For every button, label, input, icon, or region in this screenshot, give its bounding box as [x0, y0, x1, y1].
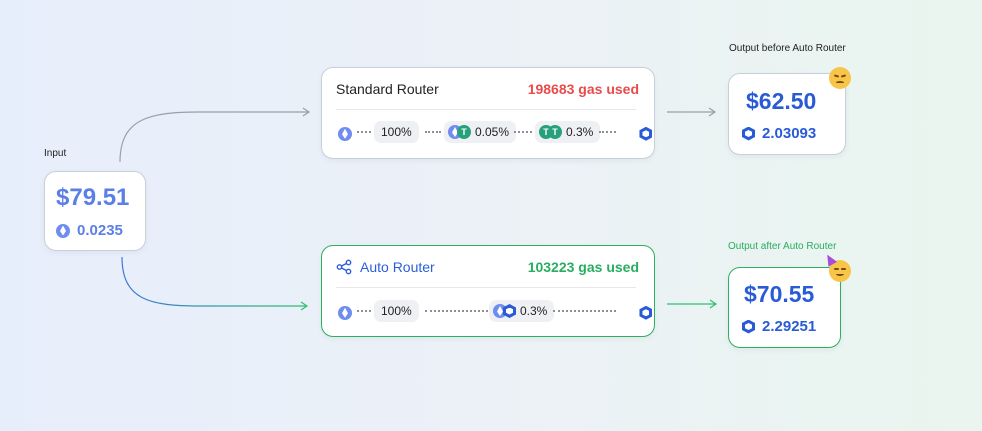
standard-to-output-arrow: [667, 107, 717, 117]
usdt-icon: T: [548, 125, 562, 139]
usdt-usdt-pair-icon: TT: [539, 125, 562, 139]
share-nodes-icon: [336, 259, 352, 275]
eth-icon: [338, 126, 352, 141]
divider: [336, 109, 636, 110]
auto-router-title: Auto Router: [360, 259, 435, 275]
output-before-label: Output before Auto Router: [729, 43, 846, 54]
output-after-label: Output after Auto Router: [728, 241, 837, 252]
route-pill-text: 0.3%: [566, 125, 594, 139]
route-pill-text: 0.05%: [475, 125, 510, 139]
output-after-usd: $70.55: [744, 281, 815, 307]
input-amount-value: 0.0235: [77, 222, 123, 239]
output-before-usd: $62.50: [746, 88, 817, 114]
route-dots: [599, 131, 616, 133]
route-dots: [425, 131, 441, 133]
output-before-amount-value: 2.03093: [762, 125, 817, 142]
output-after-amount-value: 2.29251: [762, 318, 817, 335]
partying-face-icon: [822, 252, 851, 282]
route-pill-usdt-usdt: TT 0.3%: [535, 121, 601, 143]
eth-icon: [338, 305, 352, 320]
route-dots: [357, 310, 371, 312]
route-pill-100: 100%: [374, 300, 419, 322]
eth-icon: [56, 223, 70, 238]
standard-router-card: Standard Router 198683 gas used 100% T 0…: [321, 67, 655, 159]
route-pill-text: 100%: [381, 304, 412, 318]
input-label: Input: [44, 148, 67, 159]
route-pill-eth-hex: 0.3%: [489, 300, 555, 322]
auto-to-output-arrow: [667, 299, 718, 309]
output-after-amount: 2.29251: [742, 318, 816, 335]
input-usd-value: $79.51: [56, 184, 130, 211]
route-pill-text: 100%: [381, 125, 412, 139]
standard-router-gas: 198683 gas used: [527, 81, 639, 97]
route-dots: [425, 310, 488, 312]
hex-token-icon: [639, 305, 653, 320]
output-after-card: $70.55 2.29251: [728, 267, 841, 348]
output-before-card: $62.50 2.03093: [728, 73, 846, 155]
route-dots: [553, 310, 616, 312]
input-to-standard-connector: [119, 111, 308, 163]
hex-token-icon: [742, 126, 755, 141]
divider: [336, 287, 636, 288]
route-dots: [357, 131, 371, 133]
connector-lines: [119, 107, 718, 311]
input-card: $79.51 0.0235: [44, 171, 146, 251]
usdt-icon: T: [457, 125, 471, 139]
eth-usdt-pair-icon: T: [448, 125, 471, 139]
route-dots: [514, 131, 532, 133]
hex-token-icon: [742, 319, 755, 334]
route-pill-eth-usdt: T 0.05%: [444, 121, 517, 143]
hex-token-icon: [639, 126, 653, 141]
route-pill-100: 100%: [374, 121, 419, 143]
input-to-auto-connector: [121, 256, 306, 307]
eth-hex-pair-icon: [493, 304, 516, 318]
output-before-amount: 2.03093: [742, 125, 816, 142]
input-amount: 0.0235: [56, 222, 123, 239]
pensive-face-icon: [829, 67, 851, 89]
auto-router-gas: 103223 gas used: [527, 259, 639, 275]
auto-router-card: Auto Router 103223 gas used 100% 0.3%: [321, 245, 655, 337]
auto-router-header: Auto Router: [336, 259, 435, 275]
route-pill-text: 0.3%: [520, 304, 548, 318]
standard-router-title: Standard Router: [336, 81, 439, 97]
